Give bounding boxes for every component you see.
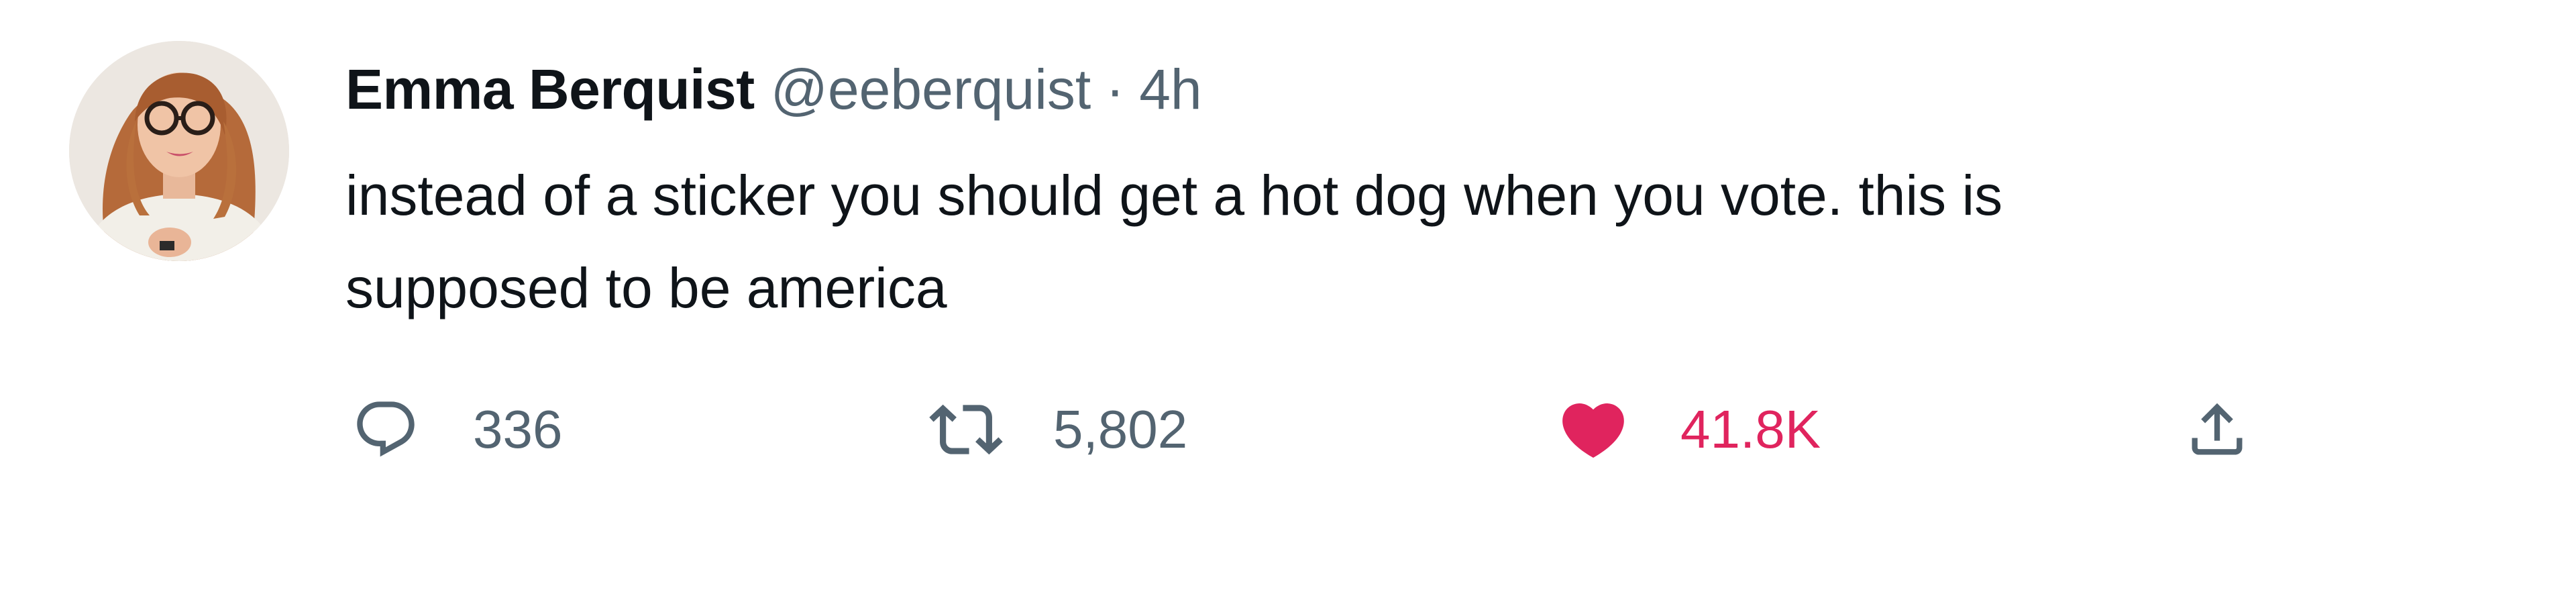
reply-icon	[345, 389, 426, 470]
profile-photo	[69, 41, 289, 261]
tweet-text: instead of a sticker you should get a ho…	[345, 164, 2003, 319]
reply-count: 336	[473, 399, 563, 459]
share-button[interactable]	[2177, 389, 2257, 470]
separator-dot: ·	[1106, 58, 1125, 121]
share-icon	[2177, 389, 2257, 470]
tweet-header: Emma Berquist @eeberquist · 4h	[345, 52, 1202, 126]
retweet-button[interactable]: 5,802	[926, 389, 1187, 470]
reply-button[interactable]: 336	[345, 389, 562, 470]
timestamp[interactable]: 4h	[1139, 61, 1201, 117]
user-handle[interactable]: @eeberquist	[771, 61, 1091, 117]
retweet-count: 5,802	[1053, 399, 1188, 459]
like-count: 41.8K	[1680, 399, 1821, 459]
like-button[interactable]: 41.8K	[1553, 389, 1821, 470]
action-bar: 336 5,802 41.8K	[345, 389, 2358, 470]
display-name[interactable]: Emma Berquist	[345, 61, 755, 117]
heart-icon	[1553, 389, 1633, 470]
avatar[interactable]	[69, 41, 289, 261]
retweet-icon	[926, 389, 1006, 470]
tweet[interactable]: Emma Berquist @eeberquist · 4h instead o…	[0, 0, 2576, 594]
